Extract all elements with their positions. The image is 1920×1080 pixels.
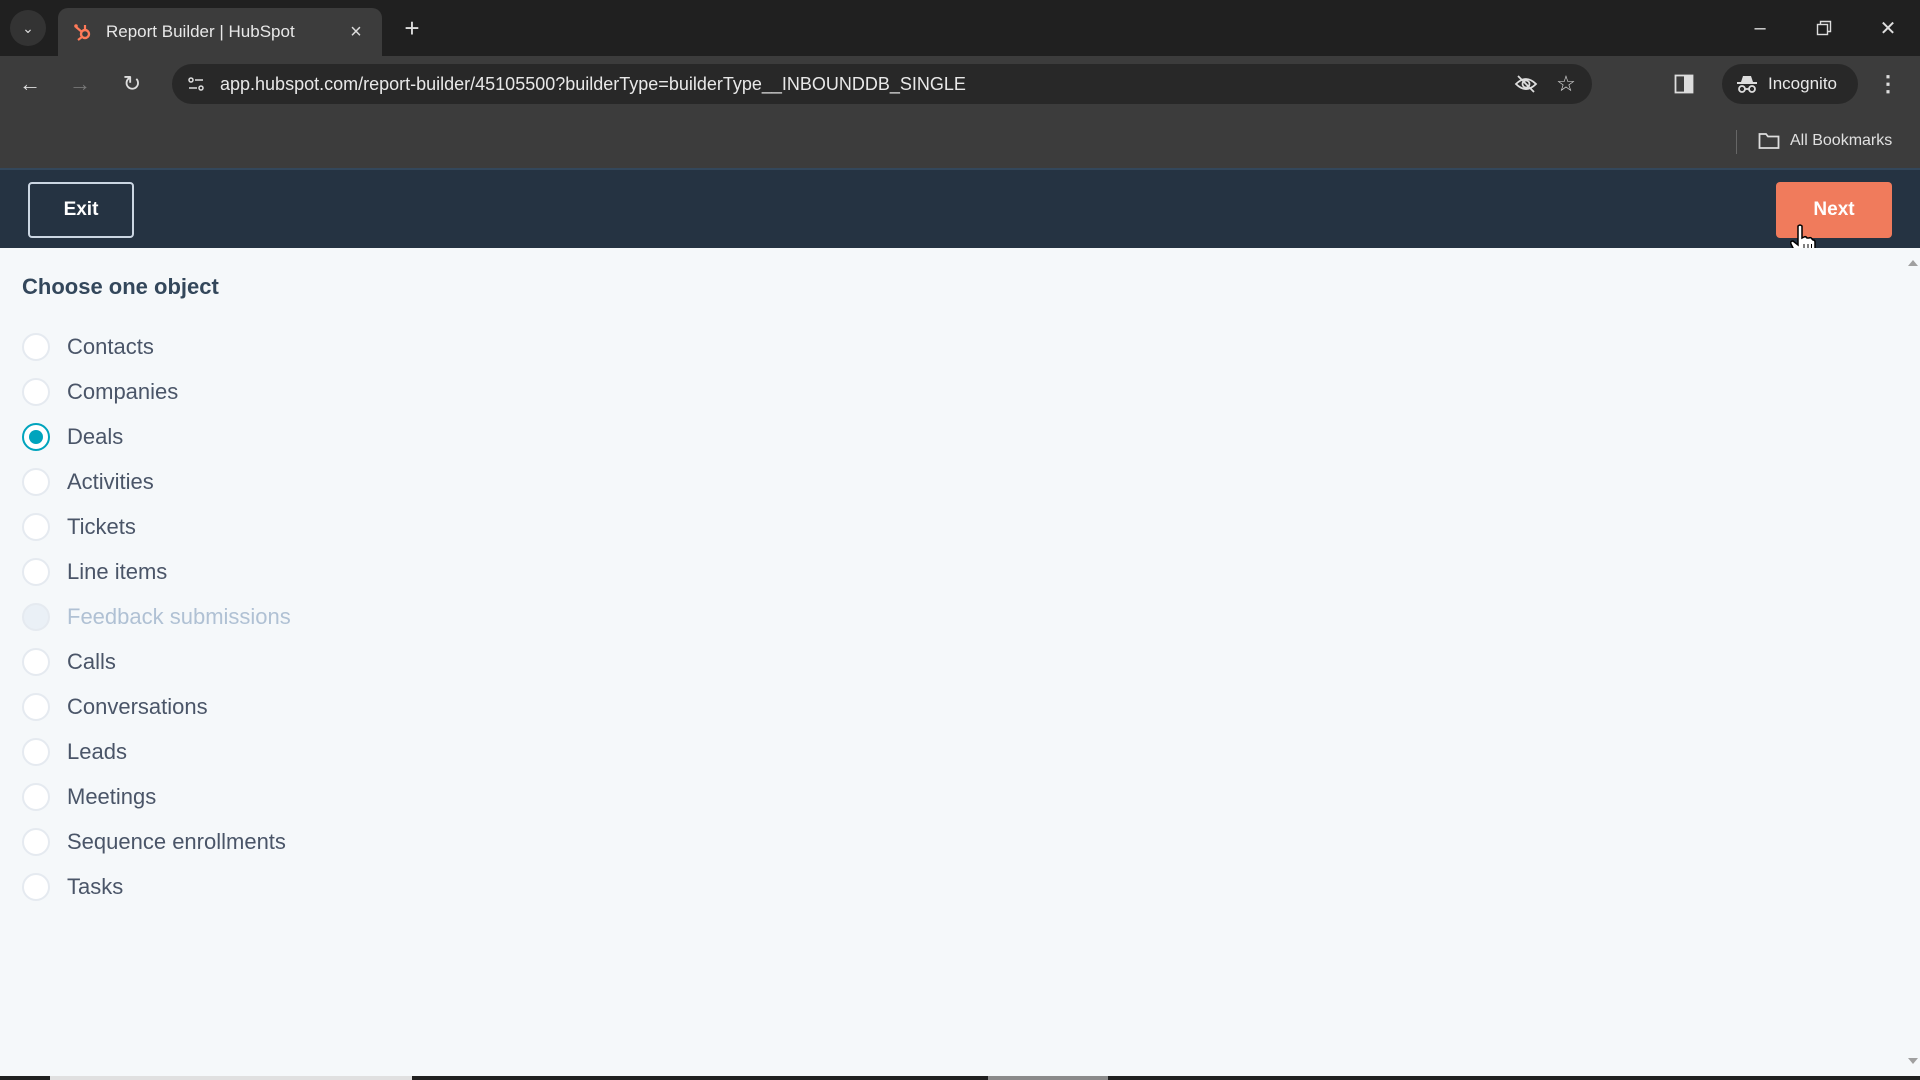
radio-label: Conversations [67,693,208,719]
object-radio-group: Contacts Companies Deals Activities Tickets L… [22,324,291,909]
radio-button[interactable] [22,467,50,496]
tab-search-button[interactable]: ⌄ [10,10,46,46]
radio-button[interactable] [22,422,50,451]
radio-label: Activities [67,468,154,494]
browser-tab-strip: ⌄ Report Builder | HubSpot × + – ✕ [0,0,1920,56]
radio-option-tickets[interactable]: Tickets [22,504,291,549]
radio-label: Leads [67,738,127,764]
radio-option-tasks[interactable]: Tasks [22,864,291,909]
radio-label: Calls [67,648,116,674]
exit-button[interactable]: Exit [28,182,134,238]
reload-icon[interactable]: ↻ [114,66,150,102]
report-builder-header: Exit Next [0,168,1920,248]
radio-option-activities[interactable]: Activities [22,459,291,504]
window-close-icon[interactable]: ✕ [1868,10,1908,46]
folder-icon [1758,133,1780,149]
radio-option-feedback-submissions: Feedback submissions [22,594,291,639]
side-panel-icon[interactable] [1670,70,1698,98]
hubspot-sprocket-icon [72,21,94,43]
all-bookmarks-button[interactable]: All Bookmarks [1758,126,1892,156]
incognito-icon [1737,76,1757,93]
back-icon[interactable]: ← [12,66,48,102]
radio-option-calls[interactable]: Calls [22,639,291,684]
incognito-badge[interactable]: Incognito [1722,64,1858,104]
scroll-down-arrow-icon[interactable] [1908,1058,1918,1064]
browser-tab[interactable]: Report Builder | HubSpot × [58,8,382,56]
tab-close-icon[interactable]: × [344,21,368,44]
radio-button[interactable] [22,737,50,766]
radio-button[interactable] [22,872,50,901]
restore-icon[interactable] [1804,10,1844,46]
eye-off-icon[interactable] [1506,68,1546,100]
browser-toolbar: ← → ↻ app.hubspot.com/report-builder/451… [0,56,1920,112]
radio-option-sequence-enrollments[interactable]: Sequence enrollments [22,819,291,864]
radio-option-conversations[interactable]: Conversations [22,684,291,729]
browser-menu-icon[interactable]: ⋮ [1872,68,1904,100]
incognito-label: Incognito [1768,74,1837,93]
taskbar-edge [0,1076,1920,1080]
scroll-up-arrow-icon[interactable] [1908,260,1918,266]
radio-option-companies[interactable]: Companies [22,369,291,414]
site-settings-icon[interactable] [176,68,216,100]
radio-label: Line items [67,558,168,584]
radio-button[interactable] [22,692,50,721]
url-text[interactable]: app.hubspot.com/report-builder/45105500?… [220,74,1506,95]
bookmarks-divider [1736,130,1737,154]
scrollbar[interactable] [1904,248,1920,1076]
radio-label: Feedback submissions [67,603,291,629]
radio-button[interactable] [22,827,50,856]
radio-button [22,602,50,631]
new-tab-button[interactable]: + [396,12,428,44]
radio-label: Companies [67,378,179,404]
radio-button[interactable] [22,332,50,361]
radio-label: Sequence enrollments [67,828,286,854]
address-bar[interactable]: app.hubspot.com/report-builder/45105500?… [172,64,1592,104]
radio-option-line-items[interactable]: Line items [22,549,291,594]
radio-option-contacts[interactable]: Contacts [22,324,291,369]
radio-button[interactable] [22,377,50,406]
bookmark-star-icon[interactable]: ☆ [1546,68,1586,100]
tab-title: Report Builder | HubSpot [106,22,295,41]
radio-option-leads[interactable]: Leads [22,729,291,774]
radio-button[interactable] [22,782,50,811]
page-title: Choose one object [22,274,219,299]
object-selection-panel: Choose one object Contacts Companies Deals… [0,248,1904,1076]
all-bookmarks-label: All Bookmarks [1790,132,1893,149]
radio-label: Meetings [67,783,157,809]
radio-label: Tickets [67,513,136,539]
minimize-icon[interactable]: – [1740,10,1780,46]
radio-option-meetings[interactable]: Meetings [22,774,291,819]
radio-label: Tasks [67,873,124,899]
radio-option-deals[interactable]: Deals [22,414,291,459]
radio-button[interactable] [22,512,50,541]
chevron-down-icon: ⌄ [22,19,34,36]
radio-label: Deals [67,423,124,449]
radio-button[interactable] [22,557,50,586]
bookmarks-bar: All Bookmarks [0,112,1920,168]
radio-button[interactable] [22,647,50,676]
radio-label: Contacts [67,333,154,359]
forward-icon[interactable]: → [62,66,98,102]
